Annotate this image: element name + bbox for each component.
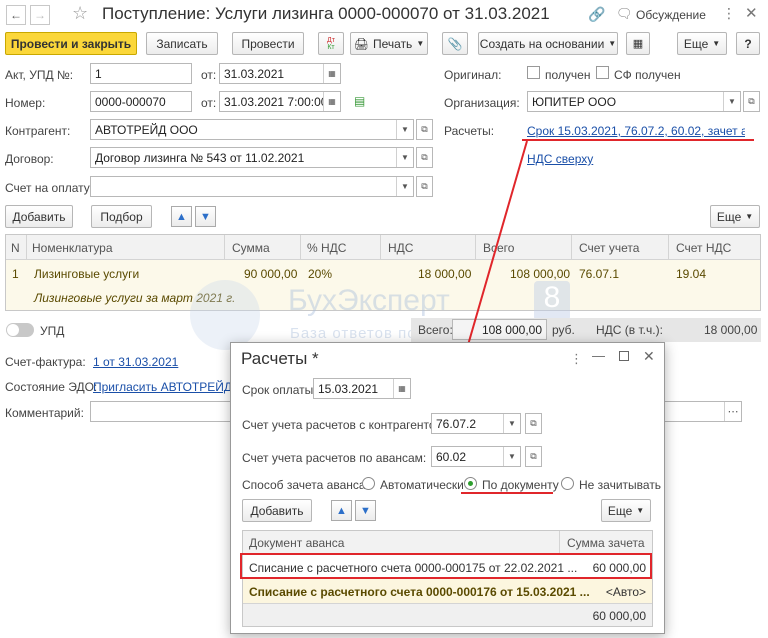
acc-advance-field[interactable]: 60.02 ▼ [431, 446, 521, 467]
table-row[interactable]: Списание с расчетного счета 0000-000176 … [243, 579, 652, 603]
col-offset-sum: Сумма зачета [567, 536, 645, 550]
close-icon[interactable]: ✕ [643, 348, 655, 365]
open-icon[interactable]: ⧉ [525, 446, 542, 467]
due-date-value: 15.03.2021 [318, 381, 379, 396]
acc-contractor-field[interactable]: 76.07.2 ▼ [431, 413, 521, 434]
kebab-icon[interactable]: ⋮ [570, 351, 583, 367]
radio-by-document[interactable] [464, 477, 477, 490]
by-document-highlight [461, 492, 553, 494]
radio-auto[interactable] [362, 477, 375, 490]
due-date-label: Срок оплаты: [242, 383, 317, 397]
radio-none[interactable] [561, 477, 574, 490]
arrow-down-icon: ▼ [360, 504, 371, 517]
row-highlight [240, 553, 652, 579]
due-date-field[interactable]: 15.03.2021 ▦ [313, 378, 411, 399]
chevron-down-icon[interactable]: ▼ [503, 447, 520, 466]
settlements-dialog: Расчеты * ⋮ — ✕ Срок оплаты: 15.03.2021 ▦… [230, 342, 665, 634]
dialog-title: Расчеты * [241, 349, 319, 368]
radio-by-document-label: По документу [482, 478, 559, 492]
chevron-down-icon[interactable]: ▼ [503, 414, 520, 433]
dialog-move-down-button[interactable]: ▼ [355, 500, 376, 521]
advance-doc-cell: Списание с расчетного счета 0000-000176 … [249, 585, 590, 599]
offset-total: 60 000,00 [592, 609, 646, 623]
acc-contractor-label: Счет учета расчетов с контрагентом: [242, 418, 448, 432]
offset-method-label: Способ зачета аванса: [242, 478, 369, 492]
dialog-add-button[interactable]: Добавить [242, 499, 312, 522]
maximize-icon[interactable] [619, 351, 629, 361]
dialog-more-label: Еще [607, 503, 633, 518]
acc-advance-value: 60.02 [436, 449, 467, 464]
acc-contractor-value: 76.07.2 [436, 416, 477, 431]
chevron-down-icon: ▼ [636, 506, 645, 515]
dialog-add-label: Добавить [250, 503, 304, 518]
arrow-up-icon: ▲ [336, 504, 347, 517]
open-icon[interactable]: ⧉ [525, 413, 542, 434]
dialog-move-up-button[interactable]: ▲ [331, 500, 352, 521]
advance-table-footer: 60 000,00 [243, 603, 652, 626]
radio-auto-label: Автоматически [380, 478, 464, 492]
offset-sum-cell: <Авто> [605, 585, 646, 599]
radio-none-label: Не зачитывать [579, 478, 662, 492]
calendar-icon[interactable]: ▦ [393, 379, 410, 398]
acc-advance-label: Счет учета расчетов по авансам: [242, 451, 427, 465]
dialog-more-button[interactable]: Еще ▼ [601, 499, 651, 522]
minimize-icon[interactable]: — [592, 348, 605, 363]
col-advance-doc: Документ аванса [249, 536, 345, 550]
